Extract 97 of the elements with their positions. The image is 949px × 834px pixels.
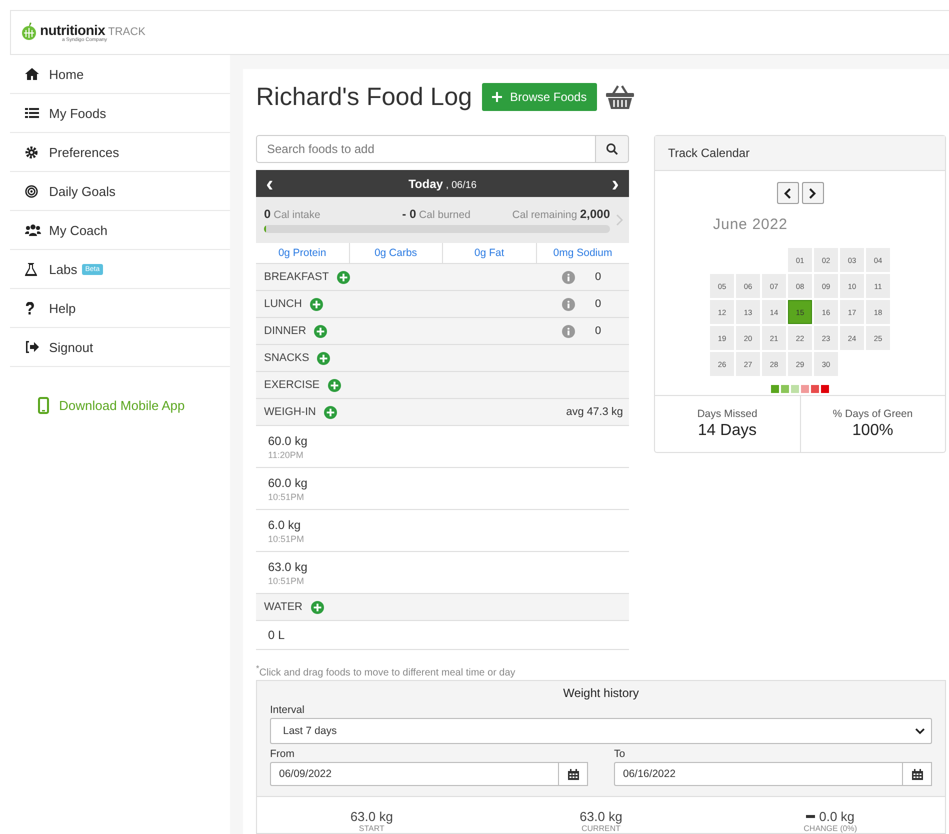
add-icon[interactable] [310,298,323,310]
macro-total: 0mg Sodium [553,247,612,259]
calories-remaining: Cal remaining 2,000 [512,207,610,221]
weigh-in-time: 10:51PM [268,492,306,502]
macro-total: 0g Fat [474,247,504,259]
weight-value: 63.0 kg [268,560,308,574]
calendar-icon [568,768,578,780]
add-icon[interactable] [324,406,337,418]
page-title: Richard's Food Log [256,82,472,112]
field-label: To [614,748,626,760]
sidebar-item[interactable]: Help [49,300,76,316]
info-icon[interactable] [562,270,575,284]
average-weight: avg 47.3 kg [566,406,623,418]
sidebar-item[interactable]: Daily Goals [49,184,116,198]
date-label: , 06/16 [446,180,477,190]
brand-logo-text: nutritionix [40,22,106,38]
meal-label: SNACKS [264,352,310,364]
weight-summary-value: 0.0 kg [819,809,855,824]
weight-summary-label: CURRENT [581,824,621,834]
add-icon[interactable] [314,324,328,338]
sidebar-item[interactable]: Signout [49,340,94,354]
track-label: TRACK [108,26,146,38]
users-icon [25,224,41,236]
water-amount: 0 L [268,628,286,642]
stat-label: Days Missed [697,408,758,420]
macro-total: 0g Protein [278,247,326,259]
weight-value: 60.0 kg [268,476,308,490]
stat-value: 14 Days [698,422,757,440]
settings-icon [25,146,38,158]
weight-value: 6.0 kg [268,518,302,532]
plus-icon [492,92,502,102]
search-field[interactable]: Search foods to add [256,135,596,163]
meal-calories: 0 [594,271,602,283]
calories-burned: - 0 Cal burned [402,207,470,221]
target-icon [25,184,38,198]
weigh-in-time: 11:20PM [268,450,304,460]
date-field[interactable]: 06/16/2022 [614,762,903,786]
stat-label: % Days of Green [832,408,913,420]
search-button[interactable] [596,135,629,163]
weight-summary-value: 63.0 kg [350,809,393,824]
weight-summary-value: 63.0 kg [580,809,622,824]
calendar-button[interactable] [903,762,932,786]
flask-icon [25,262,37,276]
previous-day-button[interactable]: ‹ [262,174,278,194]
date-field[interactable]: 06/09/2022 [270,762,559,786]
interval-dropdown[interactable]: Last 7 days [270,718,932,744]
basket-icon[interactable] [604,84,635,110]
weigh-in-time: 10:51PM [268,534,306,544]
month-title: June 2022 [713,216,788,233]
calorie-intake: 0 Cal intake [264,207,320,221]
add-icon[interactable] [336,270,350,284]
next-day-button[interactable]: › [608,174,623,194]
weight-value: 60.0 kg [268,434,308,448]
meal-label: EXERCISE [264,379,320,391]
meal-label: WEIGH-IN [264,406,316,418]
meal-label: WATER [264,601,302,613]
sidebar-item[interactable]: Preferences [49,144,120,160]
field-label: Interval [270,704,306,716]
previous-month-button[interactable] [776,182,798,204]
info-icon[interactable] [562,324,575,338]
day-label: Today [408,176,443,190]
search-icon [606,143,618,155]
calendar-button[interactable] [559,762,588,786]
sign-out-icon [25,341,39,353]
stat-value: 100% [852,422,894,440]
meal-label: LUNCH [264,298,302,310]
question-icon [25,302,35,314]
meal-calories: 0 [594,325,602,337]
weight-summary-label: START [358,824,384,834]
field-label: From [270,748,296,760]
panel-title: Weight history [562,686,640,700]
card-title: Track Calendar [668,146,750,160]
sidebar-item[interactable]: Labs [49,262,78,276]
add-icon[interactable] [310,600,324,614]
sidebar-item[interactable]: Home [49,66,84,82]
drag-hint: $^{*}$Click and drag foods to move to different meal time or day [256,663,516,678]
meal-label: DINNER [264,325,306,337]
browse-foods-button[interactable]: Browse Foods [482,83,597,111]
chevron-left-icon [784,188,791,198]
next-month-button[interactable] [802,182,824,204]
meal-calories: 0 [594,298,602,310]
phone-icon [38,397,49,414]
list-icon [25,107,39,119]
home-icon [25,68,39,80]
sidebar-item[interactable]: My Foods [49,106,106,120]
weight-summary-label: CHANGE (0%) [804,824,857,834]
add-icon[interactable] [317,352,330,364]
apple-logo-icon [19,22,39,40]
weigh-in-time: 10:51PM [268,576,306,586]
calendar-icon [912,768,922,780]
meal-label: BREAKFAST [264,271,329,283]
macro-total: 0g Carbs [374,247,418,259]
chevron-right-icon [809,188,816,198]
info-icon[interactable] [562,298,575,310]
add-icon[interactable] [328,378,341,392]
sidebar-item[interactable]: My Coach [49,222,108,238]
chevron-down-icon [915,728,925,735]
